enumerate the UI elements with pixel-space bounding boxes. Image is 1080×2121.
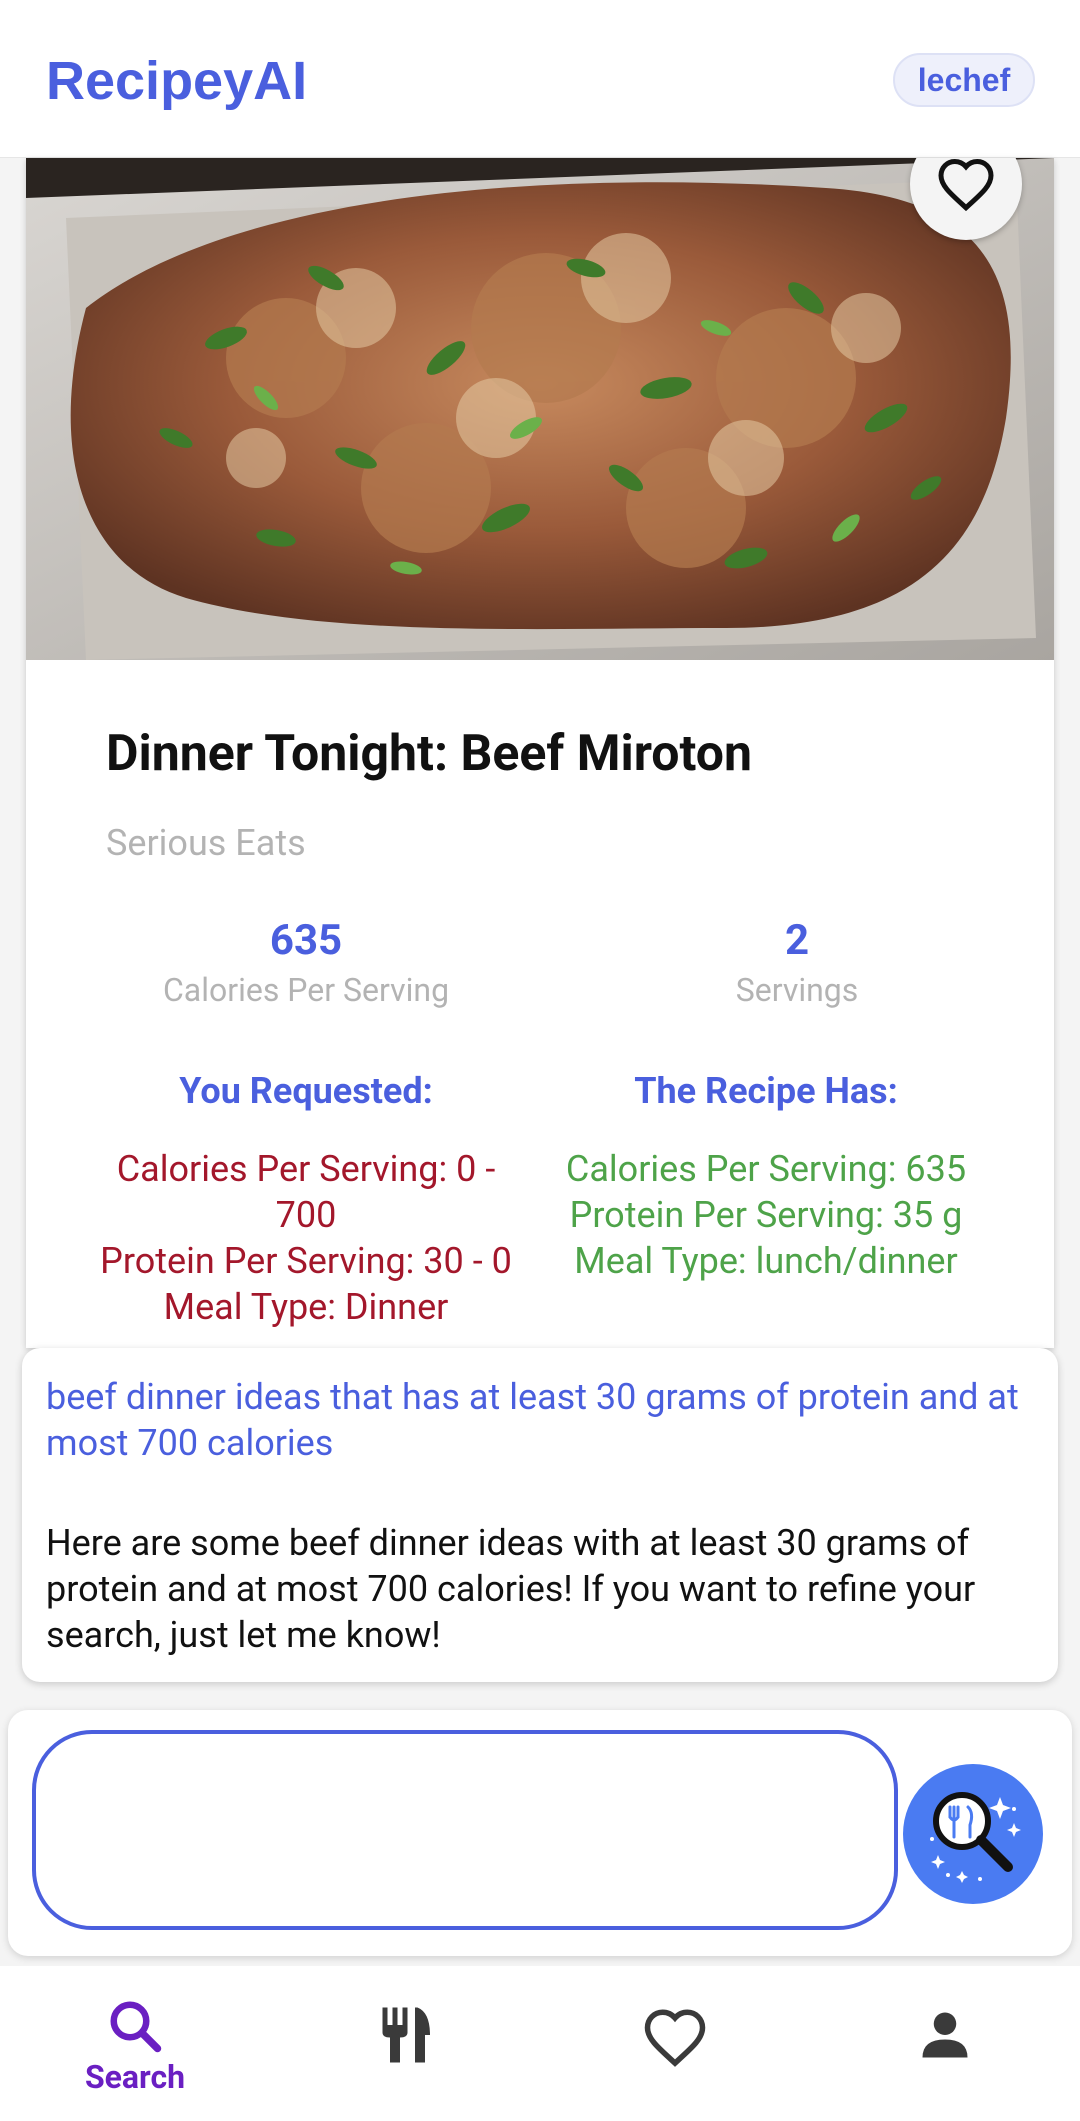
bottom-nav: Search (0, 1966, 1080, 2121)
servings-stat: 2 Servings (540, 916, 1054, 1009)
user-query-text: beef dinner ideas that has at least 30 g… (46, 1376, 1019, 1464)
chat-card: beef dinner ideas that has at least 30 g… (22, 1348, 1058, 1682)
assistant-reply-text: Here are some beef dinner ideas with at … (46, 1522, 976, 1656)
has-line: Meal Type: lunch/dinner (574, 1240, 958, 1282)
calories-stat: 635 Calories Per Serving (26, 916, 586, 1009)
app-header: RecipeyAI lechef (0, 0, 1080, 158)
search-input[interactable] (32, 1730, 898, 1930)
nav-item-favorites[interactable] (540, 1966, 810, 2121)
nav-item-search[interactable]: Search (0, 1966, 270, 2121)
ai-search-button[interactable] (903, 1764, 1043, 1904)
cutlery-icon (382, 2007, 430, 2063)
recipe-has-list: Calories Per Serving: 635 Protein Per Se… (536, 1146, 996, 1284)
app-title: RecipeyAI (46, 51, 308, 111)
servings-label: Servings (735, 971, 859, 1009)
recipe-photo (26, 158, 1054, 660)
requested-line: Protein Per Serving: 30 - 0 (100, 1240, 512, 1282)
recipe-has-heading: The Recipe Has: (634, 1070, 898, 1112)
recipe-source: Serious Eats (106, 822, 306, 864)
requested-line: Meal Type: Dinner (163, 1286, 449, 1328)
has-line: Calories Per Serving: 635 (565, 1148, 967, 1190)
has-line: Protein Per Serving: 35 g (569, 1194, 963, 1236)
nav-label-search: Search (84, 2058, 186, 2096)
search-panel (8, 1710, 1072, 1956)
app-root: RecipeyAI lechef Dinner Tonight: Beef Mi… (0, 0, 1080, 2121)
person-icon (922, 2012, 968, 2058)
nav-item-recipes[interactable] (270, 1966, 540, 2121)
servings-value: 2 (784, 916, 810, 965)
requested-heading: You Requested: (179, 1070, 433, 1112)
magic-search-icon (930, 1792, 1021, 1883)
calories-value: 635 (269, 916, 343, 965)
heart-icon (938, 158, 994, 212)
requested-line: Calories Per Serving: 0 - (116, 1148, 496, 1190)
calories-label: Calories Per Serving (162, 971, 450, 1009)
heart-icon (644, 2009, 706, 2067)
recipe-card[interactable]: Dinner Tonight: Beef Miroton Serious Eat… (26, 158, 1054, 1348)
search-icon (110, 2001, 162, 2053)
nav-item-profile[interactable] (810, 1966, 1080, 2121)
requested-line: 700 (275, 1194, 337, 1236)
user-account-button[interactable]: lechef (893, 53, 1035, 107)
requested-list: Calories Per Serving: 0 - 700 Protein Pe… (76, 1146, 536, 1330)
recipe-title: Dinner Tonight: Beef Miroton (106, 725, 752, 783)
